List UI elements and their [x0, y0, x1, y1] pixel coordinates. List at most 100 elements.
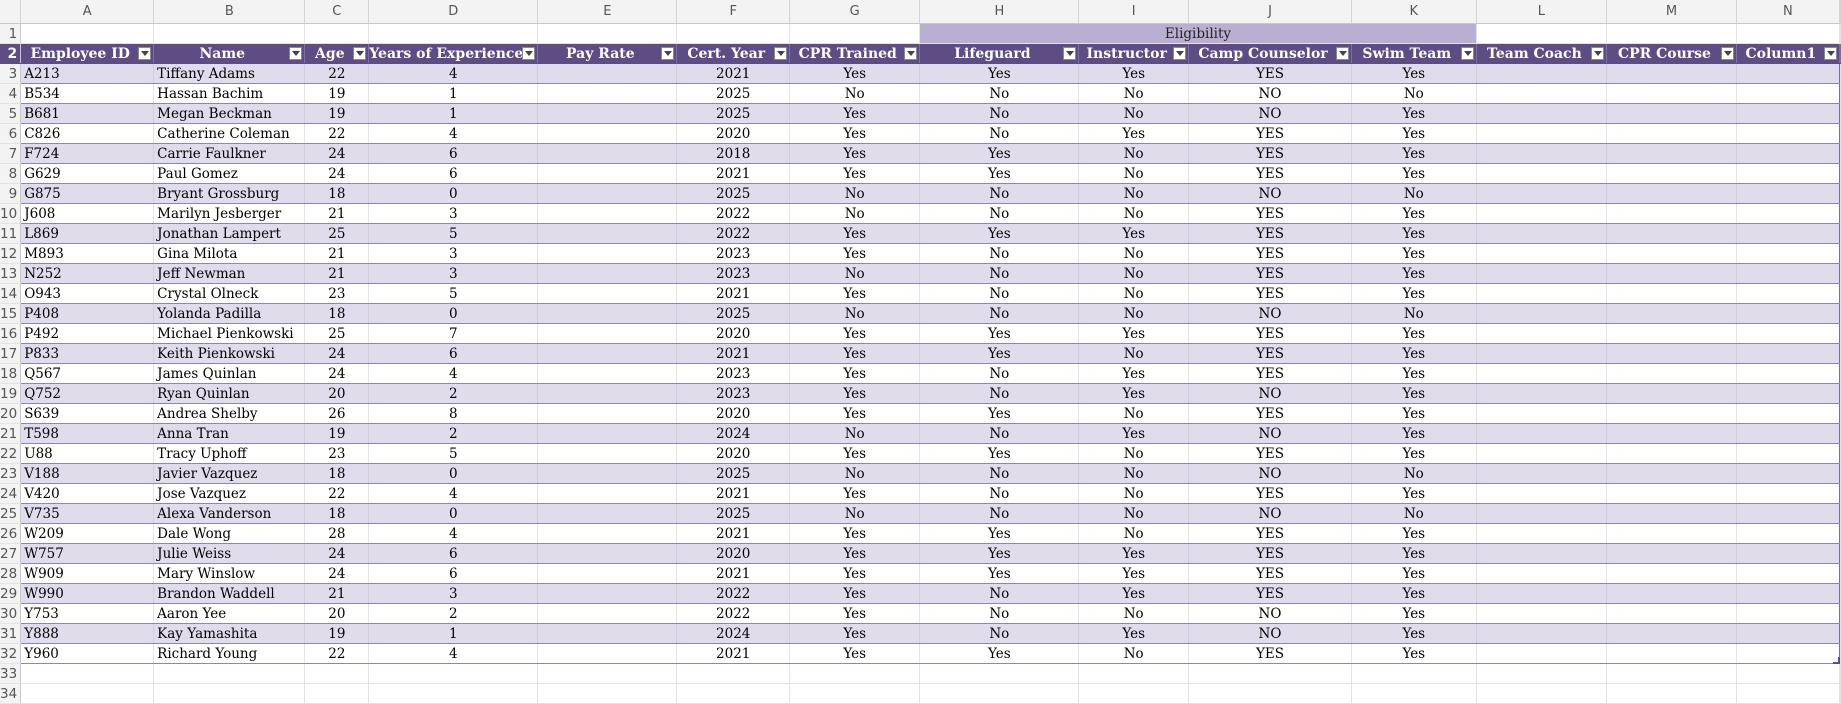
- empty-cell[interactable]: [1839, 163, 1841, 184]
- table-cell[interactable]: [1606, 203, 1737, 224]
- table-cell[interactable]: [537, 123, 678, 144]
- table-cell[interactable]: 24: [304, 543, 370, 564]
- table-cell[interactable]: [1606, 83, 1737, 104]
- table-cell[interactable]: Michael Pienkowski: [153, 323, 306, 344]
- table-cell[interactable]: [1736, 403, 1841, 424]
- table-cell[interactable]: Yes: [789, 443, 921, 464]
- table-cell[interactable]: [1736, 463, 1841, 484]
- table-cell[interactable]: 2025: [676, 303, 791, 324]
- table-cell[interactable]: [1606, 503, 1737, 524]
- table-cell[interactable]: [1476, 363, 1608, 384]
- table-cell[interactable]: [1476, 563, 1608, 584]
- table-cell[interactable]: [537, 103, 678, 124]
- table-cell[interactable]: [1736, 123, 1841, 144]
- table-cell[interactable]: [537, 623, 678, 644]
- table-cell[interactable]: [1736, 423, 1841, 444]
- empty-cell[interactable]: [304, 23, 370, 44]
- table-cell[interactable]: No: [1351, 83, 1477, 104]
- table-cell[interactable]: 1: [368, 83, 539, 104]
- empty-cell[interactable]: [1606, 23, 1737, 44]
- empty-cell[interactable]: [1839, 123, 1841, 144]
- empty-cell[interactable]: [368, 23, 539, 44]
- empty-cell[interactable]: [1839, 43, 1841, 64]
- table-cell[interactable]: Yes: [789, 163, 921, 184]
- table-cell[interactable]: Yes: [789, 243, 921, 264]
- table-cell[interactable]: No: [919, 283, 1080, 304]
- row-number[interactable]: 20: [0, 403, 22, 424]
- table-cell[interactable]: 5: [368, 223, 539, 244]
- table-cell[interactable]: No: [789, 203, 921, 224]
- table-cell[interactable]: No: [919, 123, 1080, 144]
- filter-dropdown-icon[interactable]: [661, 47, 675, 60]
- table-cell[interactable]: 2021: [676, 523, 791, 544]
- table-cell[interactable]: 21: [304, 583, 370, 604]
- table-cell[interactable]: [1606, 603, 1737, 624]
- table-cell[interactable]: 2025: [676, 183, 791, 204]
- table-cell[interactable]: [1736, 303, 1841, 324]
- table-cell[interactable]: Jose Vazquez: [153, 483, 306, 504]
- table-cell[interactable]: YES: [1188, 123, 1352, 144]
- table-cell[interactable]: No: [1078, 603, 1190, 624]
- table-cell[interactable]: 3: [368, 243, 539, 264]
- table-cell[interactable]: Yes: [919, 163, 1080, 184]
- table-cell[interactable]: [537, 463, 678, 484]
- table-cell[interactable]: [1606, 243, 1737, 264]
- table-cell[interactable]: 2021: [676, 343, 791, 364]
- empty-cell[interactable]: [20, 23, 155, 44]
- empty-cell[interactable]: [1839, 663, 1841, 684]
- empty-cell[interactable]: [537, 663, 678, 684]
- column-header-blank[interactable]: [1839, 0, 1841, 24]
- row-number[interactable]: 8: [0, 163, 22, 184]
- table-cell[interactable]: [1606, 283, 1737, 304]
- table-header-cell[interactable]: Employee ID: [20, 43, 155, 64]
- empty-cell[interactable]: [368, 663, 539, 684]
- table-cell[interactable]: Yes: [1078, 63, 1190, 84]
- table-cell[interactable]: 20: [304, 383, 370, 404]
- table-cell[interactable]: Yes: [789, 123, 921, 144]
- table-cell[interactable]: Yes: [919, 223, 1080, 244]
- table-cell[interactable]: Yes: [1078, 623, 1190, 644]
- row-number[interactable]: 33: [0, 663, 22, 684]
- row-number[interactable]: 34: [0, 683, 22, 704]
- column-header-g[interactable]: G: [789, 0, 921, 24]
- table-cell[interactable]: [537, 503, 678, 524]
- column-header-j[interactable]: J: [1188, 0, 1352, 24]
- table-cell[interactable]: NO: [1188, 183, 1352, 204]
- table-cell[interactable]: NO: [1188, 303, 1352, 324]
- table-cell[interactable]: 19: [304, 103, 370, 124]
- table-cell[interactable]: [1736, 523, 1841, 544]
- table-header-cell[interactable]: CPR Trained: [789, 43, 921, 64]
- table-cell[interactable]: Yes: [789, 583, 921, 604]
- row-number[interactable]: 24: [0, 483, 22, 504]
- empty-cell[interactable]: [676, 683, 791, 704]
- table-cell[interactable]: Anna Tran: [153, 423, 306, 444]
- table-cell[interactable]: [537, 283, 678, 304]
- table-cell[interactable]: [1736, 643, 1841, 664]
- table-cell[interactable]: No: [919, 623, 1080, 644]
- filter-dropdown-icon[interactable]: [353, 47, 367, 60]
- table-cell[interactable]: NO: [1188, 463, 1352, 484]
- eligibility-merged-header[interactable]: Eligibility: [919, 23, 1477, 44]
- empty-cell[interactable]: [1839, 523, 1841, 544]
- table-cell[interactable]: 2024: [676, 423, 791, 444]
- table-cell[interactable]: No: [1351, 183, 1477, 204]
- table-cell[interactable]: 21: [304, 203, 370, 224]
- table-cell[interactable]: A213: [20, 63, 155, 84]
- table-cell[interactable]: 18: [304, 183, 370, 204]
- table-cell[interactable]: S639: [20, 403, 155, 424]
- table-cell[interactable]: [537, 263, 678, 284]
- table-cell[interactable]: 25: [304, 223, 370, 244]
- table-cell[interactable]: [1606, 543, 1737, 564]
- table-cell[interactable]: No: [1351, 503, 1477, 524]
- table-cell[interactable]: 26: [304, 403, 370, 424]
- table-cell[interactable]: [1606, 483, 1737, 504]
- empty-cell[interactable]: [1606, 683, 1737, 704]
- table-cell[interactable]: [1736, 83, 1841, 104]
- table-cell[interactable]: [1736, 203, 1841, 224]
- column-header-c[interactable]: C: [304, 0, 370, 24]
- table-cell[interactable]: 25: [304, 323, 370, 344]
- table-cell[interactable]: Yes: [1351, 543, 1477, 564]
- table-cell[interactable]: [537, 83, 678, 104]
- table-cell[interactable]: Yes: [789, 523, 921, 544]
- table-cell[interactable]: 19: [304, 83, 370, 104]
